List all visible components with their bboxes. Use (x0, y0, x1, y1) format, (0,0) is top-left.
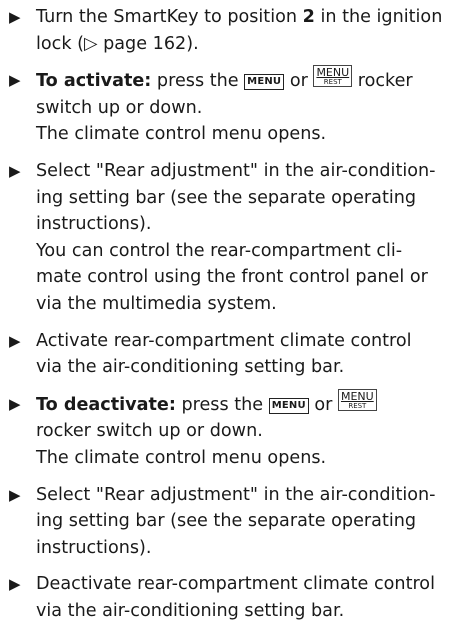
bullet-icon: ▶ (9, 485, 21, 504)
step-text-line: You can control the rear-compartment cli… (36, 240, 403, 261)
bullet-icon: ▶ (9, 331, 21, 350)
menu-rest-key-icon: MENU REST (337, 388, 377, 411)
menu-key-icon: MENU (244, 74, 285, 91)
step-text-line: ing setting bar (see the separate operat… (36, 511, 417, 532)
step-text-line: Select "Rear adjustment" in the air-cond… (36, 160, 436, 181)
step-text-line: instructions). (36, 214, 152, 235)
step-text-line: lock (▷ page 162). (36, 33, 199, 54)
bullet-icon: ▶ (9, 575, 21, 594)
step-select-rear-adjustment: ▶ Select "Rear adjustment" in the air-co… (8, 158, 457, 318)
step-select-rear-adjustment-2: ▶ Select "Rear adjustment" in the air-co… (8, 482, 457, 562)
page-reference-arrow-icon: ▷ (83, 33, 98, 54)
bullet-icon: ▶ (9, 71, 21, 90)
step-text-line: Select "Rear adjustment" in the air-cond… (36, 484, 436, 505)
step-result-line: The climate control menu opens. (36, 447, 327, 468)
step-deactivate: ▶ To deactivate: press the MENU or MENU R… (8, 388, 457, 472)
step-text-line: via the multimedia system. (36, 293, 277, 314)
bullet-icon: ▶ (9, 394, 21, 413)
step-text-line: switch up or down. (36, 97, 203, 118)
step-text-line: Activate rear-compartment climate contro… (36, 330, 412, 351)
step-text-line: Deactivate rear-compartment climate cont… (36, 574, 435, 595)
step-text-line: To deactivate: press the MENU or MENU RES… (36, 388, 457, 419)
step-text-line: via the air-conditioning setting bar. (36, 357, 345, 378)
step-text-line: ing setting bar (see the separate operat… (36, 187, 417, 208)
step-turn-smartkey: ▶ Turn the SmartKey to position 2 in the… (8, 4, 457, 57)
step-text-line: Turn the SmartKey to position 2 in the i… (36, 7, 443, 27)
instruction-page: ▶ Turn the SmartKey to position 2 in the… (0, 0, 465, 634)
step-text-line: instructions). (36, 537, 152, 558)
step-text-line: mate control using the front control pan… (36, 267, 428, 288)
menu-key-icon: MENU (268, 397, 309, 414)
activate-heading: To activate: (36, 71, 152, 92)
bullet-icon: ▶ (9, 161, 21, 180)
step-activate-rear-climate: ▶ Activate rear-compartment climate cont… (8, 328, 457, 381)
step-text-line: rocker switch up or down. (36, 421, 263, 442)
step-deactivate-rear-climate: ▶ Deactivate rear-compartment climate co… (8, 571, 457, 624)
deactivate-heading: To deactivate: (36, 394, 176, 415)
position-number: 2 (302, 7, 315, 27)
step-result-line: The climate control menu opens. (36, 124, 327, 145)
step-activate: ▶ To activate: press the MENU or MENU RES… (8, 65, 457, 148)
step-text-line: To activate: press the MENU or MENU REST … (36, 65, 413, 92)
step-text-line: via the air-conditioning setting bar. (36, 600, 345, 621)
bullet-icon: ▶ (9, 8, 21, 26)
menu-rest-key-icon: MENU REST (313, 65, 353, 88)
